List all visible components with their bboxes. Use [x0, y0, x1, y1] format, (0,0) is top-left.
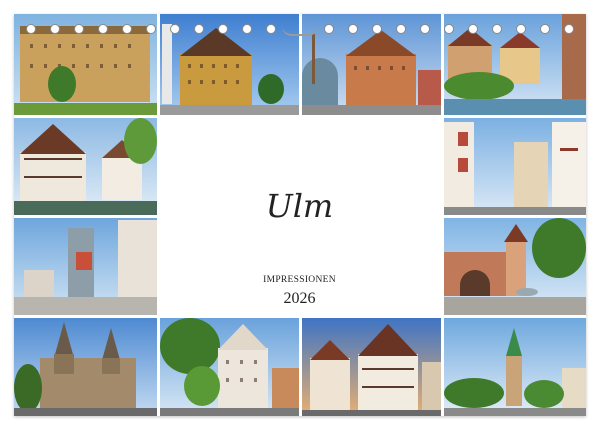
- spiral-binding: [14, 24, 586, 38]
- photo-half-timbered-houses: [302, 318, 441, 416]
- binding-ring: [194, 24, 204, 34]
- binding-ring: [218, 24, 228, 34]
- binding-ring: [348, 24, 358, 34]
- binding-ring: [372, 24, 382, 34]
- photo-modern-square: [14, 218, 157, 315]
- binding-ring: [492, 24, 502, 34]
- binding-ring: [146, 24, 156, 34]
- binding-ring: [396, 24, 406, 34]
- binding-ring: [540, 24, 550, 34]
- binding-ring: [74, 24, 84, 34]
- photo-church-spire: [444, 318, 586, 416]
- calendar-year: 2026: [283, 290, 316, 307]
- photo-crooked-house: [14, 118, 157, 215]
- photo-gabled-facade: [444, 118, 586, 215]
- binding-ring: [516, 24, 526, 34]
- calendar-title: Ulm: [265, 187, 334, 225]
- calendar-page: Ulm IMPRESSIONEN 2026: [14, 14, 586, 416]
- binding-ring: [122, 24, 132, 34]
- binding-ring: [324, 24, 334, 34]
- binding-ring: [98, 24, 108, 34]
- binding-ring: [242, 24, 252, 34]
- binding-ring: [420, 24, 430, 34]
- binding-ring: [444, 24, 454, 34]
- photo-minster-cathedral: [14, 318, 157, 416]
- binding-ring: [170, 24, 180, 34]
- binding-ring: [266, 24, 276, 34]
- binding-ring: [564, 24, 574, 34]
- calendar-subtitle: IMPRESSIONEN: [263, 275, 336, 285]
- binding-ring: [468, 24, 478, 34]
- title-panel: Ulm IMPRESSIONEN 2026: [157, 115, 442, 315]
- photo-ornate-gable: [160, 318, 299, 416]
- binding-ring: [26, 24, 36, 34]
- binding-ring: [50, 24, 60, 34]
- photo-city-wall-gate: [444, 218, 586, 315]
